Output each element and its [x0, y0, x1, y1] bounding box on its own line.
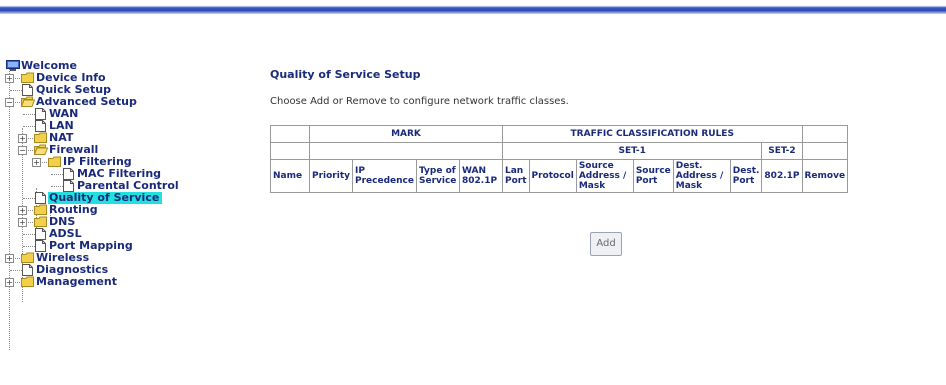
page-title: Quality of Service Setup: [270, 68, 421, 81]
navigation-tree: Welcome + Device Info Quick Setup − Adva…: [5, 60, 256, 350]
page-icon: [63, 180, 76, 192]
collapse-icon[interactable]: −: [18, 146, 27, 155]
tree-label: Management: [36, 275, 117, 288]
qos-class-table: MARK TRAFFIC CLASSIFICATION RULES SET-1 …: [270, 125, 849, 193]
tree-item-quality-of-service[interactable]: Quality of Service: [6, 192, 256, 204]
collapse-icon[interactable]: −: [5, 98, 14, 107]
column-header-wan-8021p: WAN 802.1P: [458, 159, 503, 193]
tree-guide: [10, 270, 22, 271]
table-column-header-row: Name Priority IP Precedence Type of Serv…: [270, 159, 849, 193]
table-header-cell: [309, 142, 503, 160]
column-header-source-port: Source Port: [632, 159, 674, 193]
table-header-cell: [270, 125, 310, 143]
page-icon: [63, 168, 76, 180]
expand-icon[interactable]: +: [5, 74, 14, 83]
open-folder-icon: [34, 144, 48, 155]
folder-icon: [34, 216, 47, 227]
tree-guide: [51, 186, 63, 187]
set1-header: SET-1: [501, 142, 763, 160]
table-header-cell: [801, 125, 849, 143]
table-header-cell: [270, 142, 310, 160]
page-icon: [35, 240, 48, 252]
expand-icon[interactable]: +: [18, 206, 27, 215]
add-button[interactable]: Add: [590, 232, 622, 256]
expand-icon[interactable]: +: [18, 218, 27, 227]
page-description: Choose Add or Remove to configure networ…: [270, 96, 569, 107]
expand-icon[interactable]: +: [18, 134, 27, 143]
tree-guide: [23, 234, 35, 235]
column-header-lan-port: Lan Port: [501, 159, 530, 193]
column-header-source-address: Source Address / Mask: [575, 159, 634, 193]
column-header-dest-port: Dest. Port: [729, 159, 763, 193]
folder-icon: [34, 204, 47, 215]
page-icon: [35, 192, 48, 204]
tree-guide: [23, 126, 35, 127]
tree-item-routing[interactable]: + Routing: [6, 204, 256, 216]
page-icon: [22, 264, 35, 276]
column-header-name: Name: [270, 159, 310, 193]
folder-icon: [21, 252, 34, 263]
top-banner: [0, 0, 946, 14]
tree-item-management[interactable]: + Management: [5, 275, 256, 288]
tree-item-wan[interactable]: WAN: [6, 108, 256, 120]
table-header-row: SET-1 SET-2: [270, 142, 849, 160]
traffic-rules-header: TRAFFIC CLASSIFICATION RULES: [501, 125, 803, 143]
expand-icon[interactable]: +: [5, 254, 14, 263]
column-header-dest-address: Dest. Address / Mask: [672, 159, 731, 193]
open-folder-icon: [21, 96, 35, 107]
folder-icon: [21, 276, 34, 287]
mark-header: MARK: [309, 125, 503, 143]
column-header-type-of-service: Type of Service: [415, 159, 460, 193]
table-header-cell: [801, 142, 849, 160]
tree-item-dns[interactable]: + DNS: [6, 216, 256, 228]
page-icon: [35, 120, 48, 132]
column-header-ip-precedence: IP Precedence: [352, 159, 417, 193]
column-header-set2-8021p: 802.1P: [761, 159, 803, 193]
column-header-protocol: Protocol: [528, 159, 577, 193]
monitor-icon: [6, 60, 20, 71]
tree-guide: [10, 90, 22, 91]
page-icon: [35, 228, 48, 240]
tree-item-lan[interactable]: LAN: [6, 120, 256, 132]
folder-icon: [21, 72, 34, 83]
table-header-row: MARK TRAFFIC CLASSIFICATION RULES: [270, 125, 849, 143]
column-header-priority: Priority: [309, 159, 353, 193]
folder-icon: [34, 132, 47, 143]
tree-guide: [23, 246, 35, 247]
tree-item-advanced-setup[interactable]: − Advanced Setup: [5, 96, 256, 108]
expand-icon[interactable]: +: [32, 158, 41, 167]
page-icon: [22, 84, 35, 96]
tree-item-nat[interactable]: + NAT: [6, 132, 256, 144]
tree-guide: [51, 174, 63, 175]
page-icon: [35, 108, 48, 120]
folder-icon: [48, 156, 61, 167]
tree-guide: [23, 114, 35, 115]
set2-header: SET-2: [761, 142, 803, 160]
tree-guide: [23, 198, 35, 199]
expand-icon[interactable]: +: [5, 278, 14, 287]
column-header-remove: Remove: [801, 159, 849, 193]
